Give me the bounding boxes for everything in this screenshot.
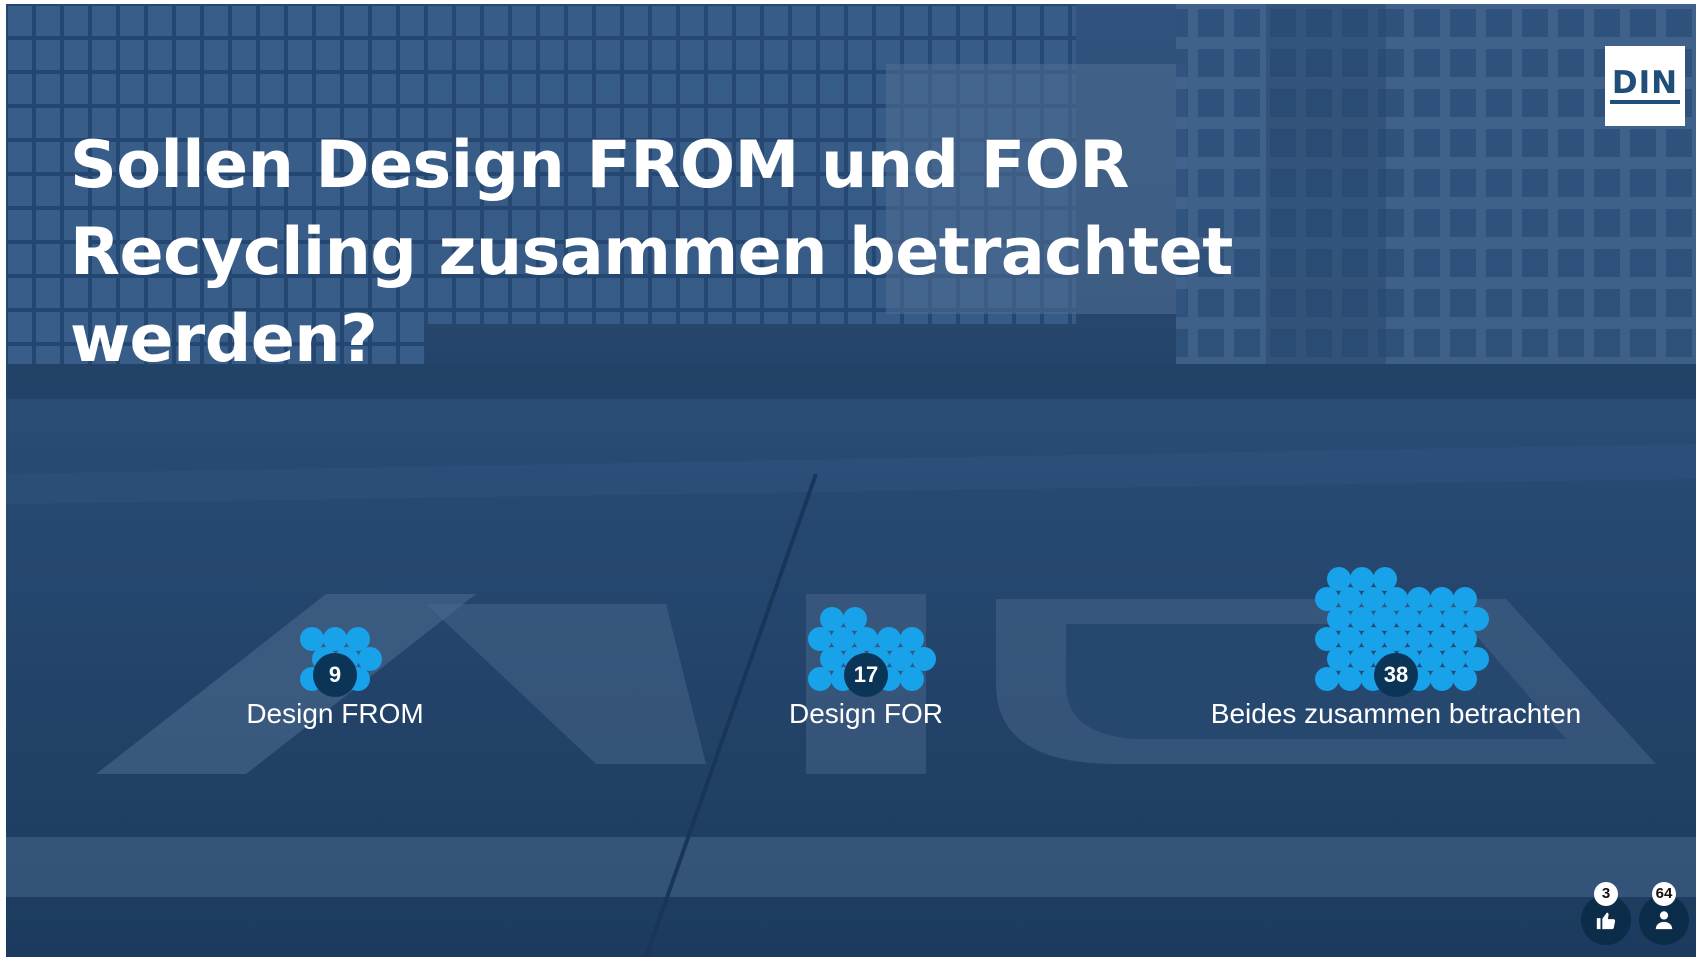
vote-count: 17 xyxy=(844,653,888,697)
vote-dot xyxy=(842,606,867,631)
person-icon xyxy=(1655,911,1673,930)
participants-button[interactable]: 64 xyxy=(1639,882,1689,945)
vote-dot xyxy=(1326,566,1351,591)
vote-dot xyxy=(1407,586,1431,611)
vote-dot xyxy=(346,626,370,651)
vote-dot xyxy=(900,626,924,651)
thumbs-up-icon xyxy=(1596,912,1616,930)
vote-dot xyxy=(877,626,901,651)
option-label: Design FROM xyxy=(246,698,424,729)
option-label: Design FOR xyxy=(788,698,944,729)
vote-dot xyxy=(1372,566,1397,591)
poll-option-beides: 38 Beides zusammen betrachten xyxy=(1166,566,1626,729)
vote-count: 38 xyxy=(1374,653,1418,697)
vote-dot xyxy=(1349,566,1374,591)
vote-count: 9 xyxy=(313,653,357,697)
vote-dot xyxy=(1430,586,1454,611)
likes-button[interactable]: 3 xyxy=(1581,882,1631,945)
likes-count: 3 xyxy=(1594,882,1618,906)
vote-dot xyxy=(300,626,324,651)
vote-dot xyxy=(323,626,347,651)
presentation-slide: DIN Sollen Design FROM und FOR Recycling… xyxy=(6,4,1696,957)
vote-dot xyxy=(1453,586,1477,611)
poll-option-design-for: 17 Design FOR xyxy=(636,569,1096,729)
option-label: Beides zusammen betrachten xyxy=(1210,698,1582,729)
poll-results: 9 Design FROM 17 Design FOR 38 Beides zu… xyxy=(6,4,1696,957)
participants-count: 64 xyxy=(1652,882,1676,906)
vote-dot xyxy=(819,606,844,631)
poll-option-design-from: 9 Design FROM xyxy=(105,569,565,729)
